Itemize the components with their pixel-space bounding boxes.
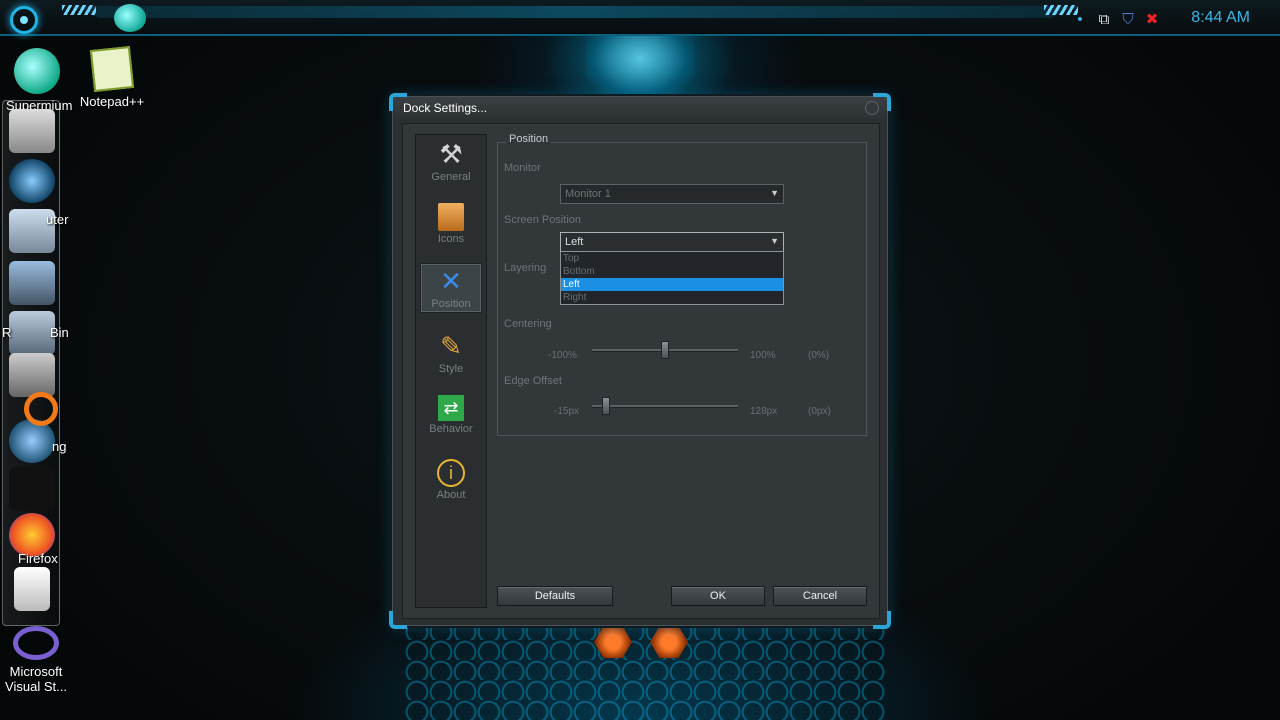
desktop-icon-notepadpp[interactable]: Notepad++: [78, 46, 146, 109]
nav-label: Icons: [437, 233, 465, 245]
centering-slider[interactable]: [592, 341, 738, 359]
desktop-icon-visual-studio[interactable]: Microsoft Visual St...: [2, 626, 70, 694]
edge-offset-max: 128px: [750, 406, 778, 417]
cancel-button[interactable]: Cancel: [773, 586, 867, 606]
supermium-icon: [14, 48, 60, 94]
pencil-icon: ✎: [440, 331, 462, 361]
window-corner: [389, 93, 407, 111]
dock-label: uter: [46, 212, 69, 227]
screen-position-label: Screen Position: [504, 214, 582, 226]
decor-stripes-icon: [62, 5, 96, 15]
nav-item-behavior[interactable]: ⇄ Behavior: [420, 393, 482, 443]
monitor-label: Monitor: [504, 162, 541, 174]
dock-label: Firefox: [18, 551, 58, 566]
clock[interactable]: 8:44 AM: [1191, 9, 1250, 27]
visual-studio-icon: [13, 626, 59, 660]
settings-nav: ⚒ General Icons ✕ Position ✎ Style ⇄ Beh…: [415, 134, 487, 608]
tools-icon[interactable]: [9, 353, 55, 397]
dock-label: Bin: [50, 325, 69, 340]
dropdown-option-left[interactable]: Left: [561, 278, 783, 291]
document-icon[interactable]: [9, 109, 55, 153]
defaults-button[interactable]: Defaults: [497, 586, 613, 606]
dropdown-option-top[interactable]: Top: [561, 252, 783, 265]
dropdown-option-bottom[interactable]: Bottom: [561, 265, 783, 278]
dock-label: R: [2, 325, 12, 340]
background-glow: [585, 30, 695, 100]
shield-icon[interactable]: ⛉: [1120, 11, 1136, 28]
centering-value: (0%): [808, 350, 830, 361]
taskbar-track: [70, 6, 1080, 18]
arrows-icon: ⇄: [438, 395, 464, 421]
position-group: Position Monitor Monitor 1 ▼ Screen Posi…: [497, 133, 867, 436]
globe-icon[interactable]: [9, 159, 55, 203]
tools-icon: ⚒: [439, 139, 463, 169]
nav-label: Behavior: [429, 423, 473, 435]
edge-offset-slider[interactable]: [592, 397, 738, 415]
chevron-down-icon: ▼: [770, 188, 779, 198]
centering-label: Centering: [504, 318, 552, 330]
edge-offset-value: (0px): [808, 406, 831, 417]
orange-ring-icon: [24, 392, 58, 426]
centering-slider-thumb[interactable]: [661, 341, 669, 359]
monitor-select[interactable]: Monitor 1 ▼: [560, 184, 784, 204]
screen-position-dropdown: Top Bottom Left Right: [560, 251, 784, 305]
group-title: Position: [506, 133, 552, 145]
nav-label: Style: [438, 363, 464, 375]
window-titlebar[interactable]: Dock Settings...: [393, 97, 887, 121]
desktop-icon-label: Notepad++: [79, 94, 145, 109]
system-tray: • ⧉ ⛉ ✖: [1072, 10, 1160, 29]
nav-item-style[interactable]: ✎ Style: [420, 329, 482, 379]
recycle-bin-icon[interactable]: [14, 567, 50, 611]
desktop-icon-label: Microsoft Visual St...: [5, 664, 67, 694]
nav-label: General: [431, 171, 471, 183]
dock-settings-window: Dock Settings... ⚒ General Icons ✕ Posit…: [389, 93, 891, 629]
window-client: ⚒ General Icons ✕ Position ✎ Style ⇄ Beh…: [402, 123, 880, 619]
folder-icon[interactable]: [9, 261, 55, 305]
dot-icon: •: [1077, 10, 1083, 28]
layering-label: Layering: [504, 262, 547, 274]
edge-offset-slider-thumb[interactable]: [602, 397, 610, 415]
screen-position-select[interactable]: Left ▼: [560, 232, 784, 252]
network-globe-icon[interactable]: [9, 419, 55, 463]
recycle-folder-icon[interactable]: [9, 311, 55, 355]
edge-offset-min: -15px: [554, 406, 580, 417]
screen-position-select-value: Left: [565, 236, 584, 248]
dock-label: ng: [52, 439, 67, 454]
dock: [2, 100, 60, 626]
background-orange-lights: [594, 626, 694, 666]
nav-item-about[interactable]: i About: [420, 457, 482, 507]
network-icon[interactable]: ⧉: [1096, 11, 1112, 28]
nav-label: Position: [431, 298, 471, 310]
centering-max: 100%: [750, 350, 776, 361]
volume-muted-icon[interactable]: ✖: [1144, 10, 1160, 28]
info-icon: i: [437, 459, 465, 487]
notepadpp-icon: [89, 46, 135, 92]
nav-item-general[interactable]: ⚒ General: [420, 137, 482, 187]
dropdown-option-right[interactable]: Right: [561, 291, 783, 304]
position-icon: ✕: [440, 266, 462, 296]
nav-item-position[interactable]: ✕ Position: [420, 263, 482, 313]
chevron-down-icon: ▼: [770, 236, 779, 246]
terminal-icon[interactable]: [9, 467, 55, 511]
close-button[interactable]: [865, 101, 879, 115]
nav-item-icons[interactable]: Icons: [420, 201, 482, 251]
supermium-taskbar-icon[interactable]: [114, 4, 146, 32]
nav-label: About: [436, 489, 466, 501]
centering-min: -100%: [548, 350, 577, 361]
start-button[interactable]: [10, 6, 38, 34]
ok-button[interactable]: OK: [671, 586, 765, 606]
box-icon: [438, 203, 464, 231]
window-title: Dock Settings...: [403, 101, 488, 115]
monitor-select-value: Monitor 1: [565, 188, 611, 200]
taskbar: • ⧉ ⛉ ✖ 8:44 AM: [0, 0, 1280, 36]
edge-offset-label: Edge Offset: [504, 375, 562, 387]
